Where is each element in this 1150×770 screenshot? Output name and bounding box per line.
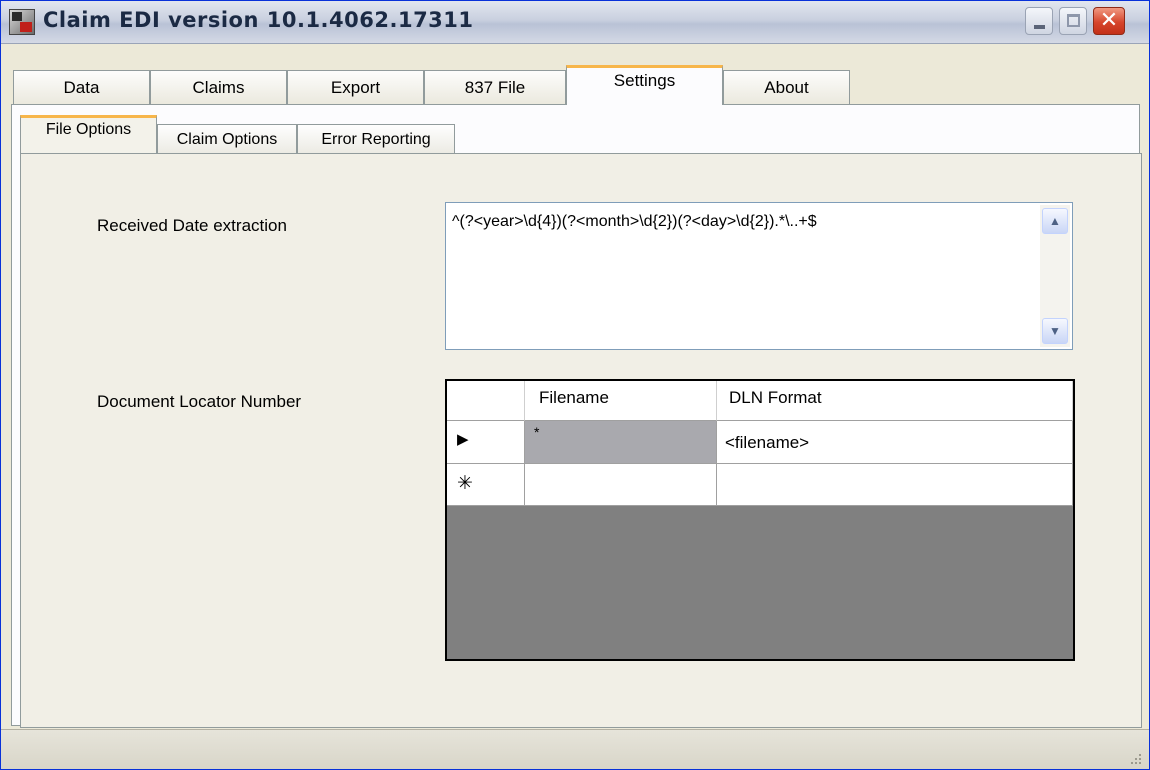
- new-row-asterisk-icon: ✳: [457, 473, 473, 494]
- grid-corner-header[interactable]: [447, 381, 525, 421]
- current-row-arrow-icon: ▶: [457, 431, 469, 448]
- column-header-filename[interactable]: Filename: [525, 381, 717, 421]
- received-date-value[interactable]: ^(?<year>\d{4})(?<month>\d{2})(?<day>\d{…: [452, 213, 817, 231]
- tab-export[interactable]: Export: [287, 70, 424, 104]
- app-window: Claim EDI version 10.1.4062.17311 ✕ Data…: [0, 0, 1150, 770]
- maximize-icon: [1067, 14, 1080, 27]
- column-header-dln-format[interactable]: DLN Format: [717, 381, 1073, 421]
- scroll-down-button[interactable]: ▼: [1042, 318, 1068, 344]
- subtab-error-reporting[interactable]: Error Reporting: [297, 124, 455, 153]
- scroll-up-button[interactable]: ▲: [1042, 208, 1068, 234]
- window-title: Claim EDI version 10.1.4062.17311: [43, 8, 474, 32]
- tab-837-file[interactable]: 837 File: [424, 70, 566, 104]
- resize-grip-icon[interactable]: [1127, 750, 1143, 766]
- subtab-file-options[interactable]: File Options: [20, 115, 157, 153]
- cell-filename-new[interactable]: [525, 464, 717, 506]
- scroll-down-icon: ▼: [1049, 324, 1061, 338]
- dln-label: Document Locator Number: [97, 392, 302, 411]
- cell-dln-format-new[interactable]: [717, 464, 1073, 506]
- scroll-up-icon: ▲: [1049, 214, 1061, 228]
- row-header-new[interactable]: ✳: [447, 464, 525, 506]
- maximize-button[interactable]: [1059, 7, 1087, 35]
- status-bar: [1, 729, 1149, 769]
- cell-filename[interactable]: *: [525, 421, 717, 464]
- close-button[interactable]: ✕: [1093, 7, 1125, 35]
- dln-grid[interactable]: Filename DLN Format ▶ * <filename> ✳: [445, 379, 1075, 661]
- vertical-scrollbar[interactable]: ▲ ▼: [1040, 205, 1070, 347]
- cell-dln-format[interactable]: <filename>: [717, 421, 1073, 464]
- tab-about[interactable]: About: [723, 70, 850, 104]
- row-header-current[interactable]: ▶: [447, 421, 525, 464]
- minimize-button[interactable]: [1025, 7, 1053, 35]
- received-date-textbox[interactable]: ^(?<year>\d{4})(?<month>\d{2})(?<day>\d{…: [445, 202, 1073, 350]
- minimize-icon: [1034, 25, 1045, 29]
- tab-data[interactable]: Data: [13, 70, 150, 104]
- title-bar[interactable]: Claim EDI version 10.1.4062.17311 ✕: [1, 1, 1149, 44]
- tab-settings[interactable]: Settings: [566, 65, 723, 105]
- received-date-label: Received Date extraction: [97, 216, 287, 235]
- close-icon: ✕: [1099, 8, 1119, 33]
- app-logo-icon[interactable]: [9, 9, 35, 35]
- tab-claims[interactable]: Claims: [150, 70, 287, 104]
- subtab-claim-options[interactable]: Claim Options: [157, 124, 297, 153]
